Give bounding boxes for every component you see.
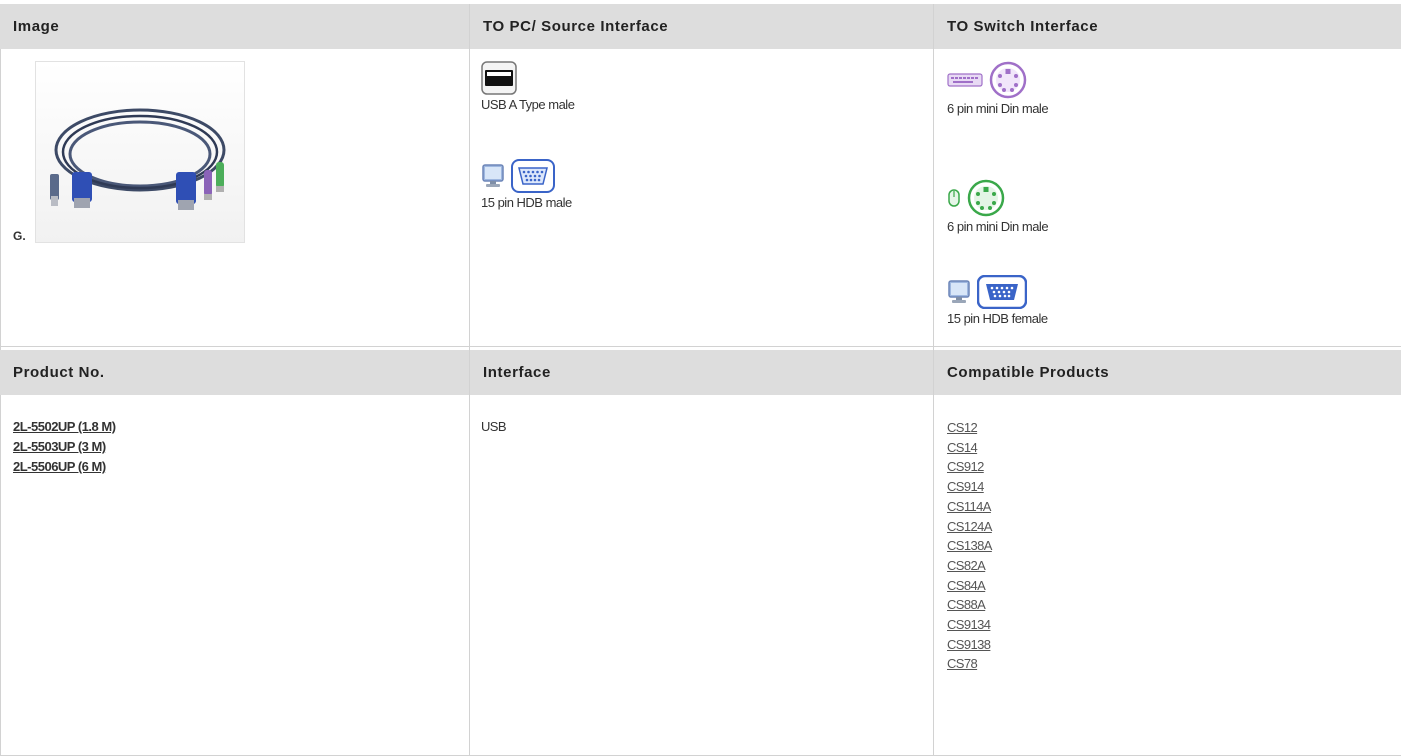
compatible-product-link[interactable]: CS82A: [947, 556, 992, 576]
compatible-product-link[interactable]: CS912: [947, 457, 992, 477]
product-link[interactable]: 2L-5502UP (1.8 M): [13, 417, 116, 437]
to-pc-icons: [481, 61, 574, 95]
to-switch-label-mouse: 6 pin mini Din male: [947, 219, 1049, 234]
to-pc-label-vga: 15 pin HDB male: [481, 195, 572, 210]
to-pc-icons: [481, 159, 572, 193]
interface-value: USB: [481, 419, 507, 434]
kvm-cable-icon: [50, 108, 226, 210]
to-pc-label-usb: USB A Type male: [481, 97, 575, 112]
product-link[interactable]: 2L-5506UP (6 M): [13, 457, 116, 477]
to-switch-icons: [947, 61, 1048, 99]
monitor-icon: [482, 164, 504, 187]
product-list: 2L-5502UP (1.8 M) 2L-5503UP (3 M) 2L-550…: [13, 417, 116, 477]
compatible-product-link[interactable]: CS14: [947, 438, 992, 458]
usb-a-connector-icon: [481, 61, 517, 95]
header-to-switch: TO Switch Interface: [934, 4, 1401, 49]
to-switch-label-keyboard: 6 pin mini Din male: [947, 101, 1049, 116]
compatible-product-link[interactable]: CS12: [947, 418, 992, 438]
header-to-pc: TO PC/ Source Interface: [470, 4, 933, 49]
ps2-connector-purple-icon: [989, 61, 1027, 99]
compatible-product-link[interactable]: CS9134: [947, 615, 992, 635]
ps2-connector-green-icon: [967, 179, 1005, 217]
header-image: Image: [0, 4, 469, 49]
compatible-product-link[interactable]: CS138A: [947, 536, 992, 556]
compatible-product-list: CS12 CS14 CS912 CS914 CS114A CS124A CS13…: [947, 418, 992, 674]
header-interface: Interface: [470, 350, 933, 395]
mouse-icon: [948, 189, 960, 207]
compatible-product-link[interactable]: CS78: [947, 654, 992, 674]
monitor-icon: [948, 280, 970, 303]
header-product-no: Product No.: [0, 350, 469, 395]
compatible-product-link[interactable]: CS84A: [947, 576, 992, 596]
header-compatible-products: Compatible Products: [934, 350, 1401, 395]
to-switch-icons: [947, 275, 1048, 309]
compatible-product-link[interactable]: CS124A: [947, 517, 992, 537]
row-divider: [0, 346, 1401, 347]
to-switch-item: 15 pin HDB female: [947, 275, 1048, 326]
to-switch-label-vga: 15 pin HDB female: [947, 311, 1048, 326]
to-pc-item: 15 pin HDB male: [481, 159, 572, 210]
product-link[interactable]: 2L-5503UP (3 M): [13, 437, 116, 457]
to-pc-item: USB A Type male: [481, 61, 575, 112]
image-label: G.: [13, 229, 26, 243]
vga-connector-icon: [977, 275, 1027, 309]
cable-spec-table: Image TO PC/ Source Interface TO Switch …: [0, 0, 1401, 756]
cable-product-image: [35, 61, 245, 243]
compatible-product-link[interactable]: CS114A: [947, 497, 992, 517]
compatible-product-link[interactable]: CS9138: [947, 635, 992, 655]
compatible-product-link[interactable]: CS88A: [947, 595, 992, 615]
to-switch-icons: [947, 179, 1048, 217]
vga-connector-icon: [511, 159, 555, 193]
to-switch-item: 6 pin mini Din male: [947, 61, 1049, 116]
keyboard-icon: [947, 73, 983, 87]
to-switch-item: 6 pin mini Din male: [947, 179, 1049, 234]
compatible-product-link[interactable]: CS914: [947, 477, 992, 497]
